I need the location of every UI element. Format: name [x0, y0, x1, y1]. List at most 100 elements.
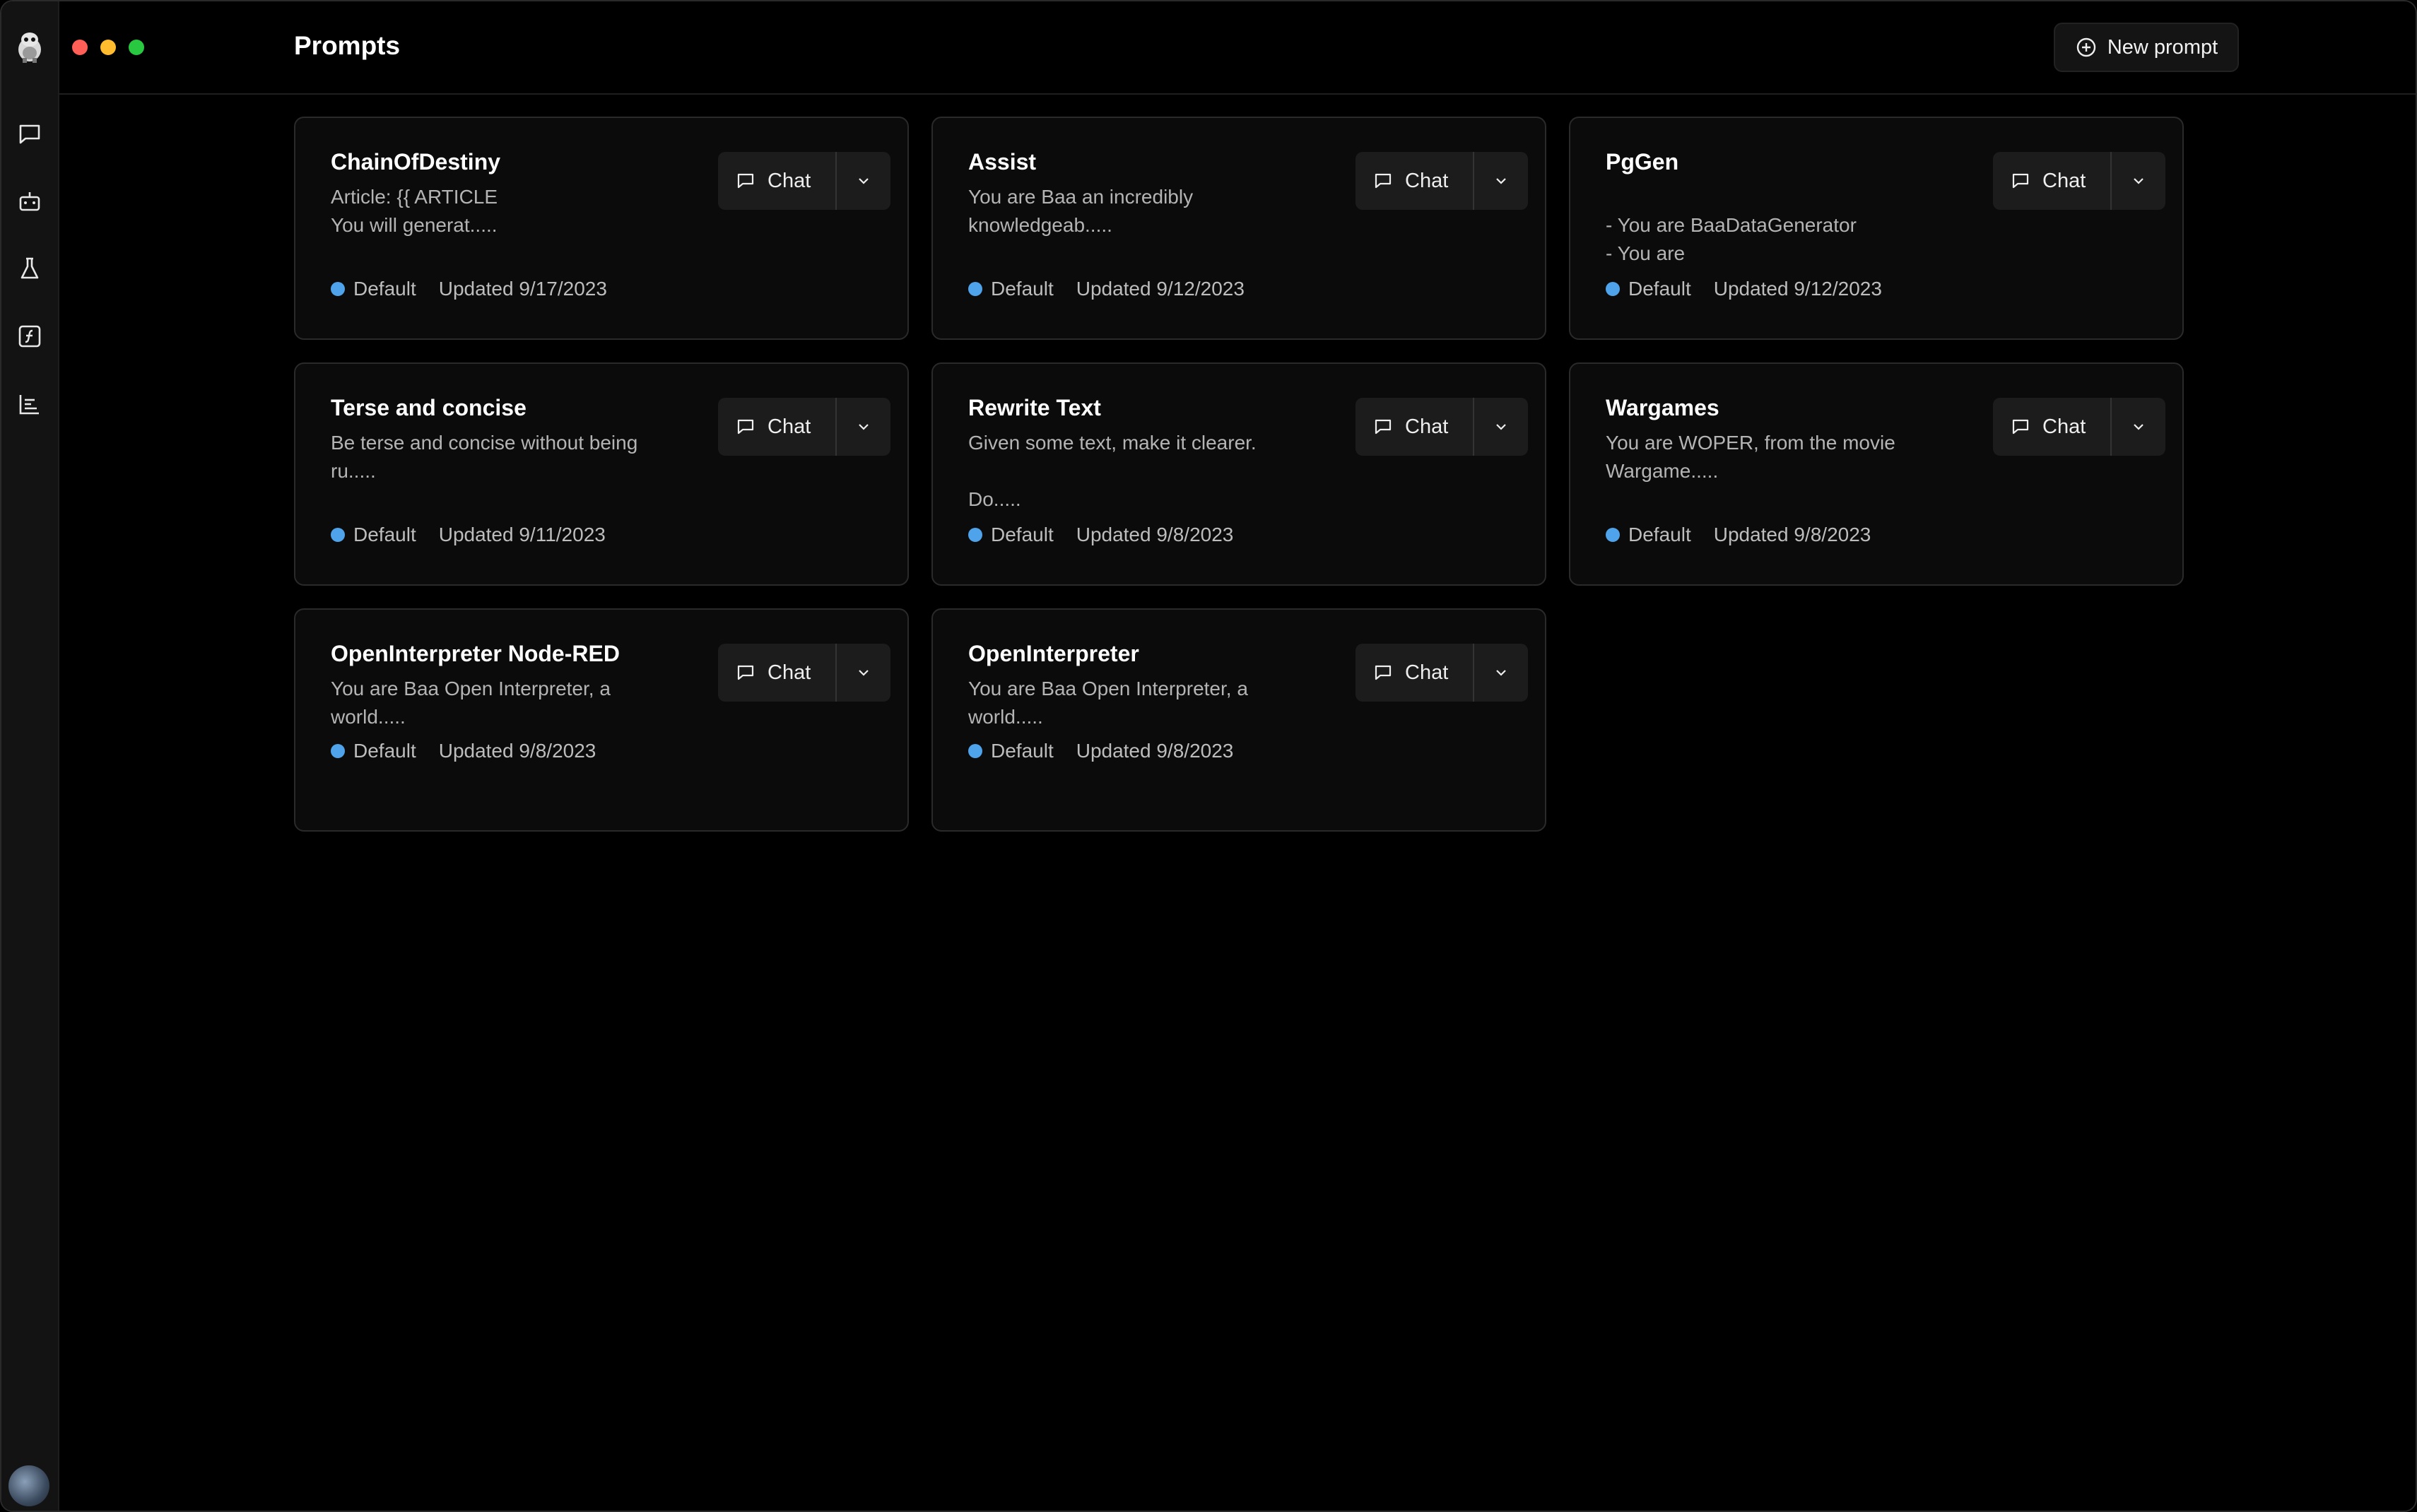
chat-dropdown-button[interactable] — [1474, 398, 1528, 456]
prompt-description: Article: {{ ARTICLE You will generat....… — [331, 186, 498, 236]
tag-dot-icon — [1606, 282, 1620, 296]
chevron-down-icon — [2134, 178, 2143, 184]
prompt-tag: Default — [353, 740, 416, 762]
chat-label: Chat — [2042, 169, 2086, 192]
prompt-meta: Default Updated 9/8/2023 — [968, 740, 1233, 762]
prompt-tag: Default — [991, 740, 1054, 762]
prompt-tag: Default — [353, 524, 416, 545]
chat-button[interactable]: Chat — [1355, 152, 1474, 210]
chat-button[interactable]: Chat — [718, 152, 837, 210]
chat-dropdown-button[interactable] — [837, 398, 890, 456]
chat-dropdown-button[interactable] — [2112, 152, 2165, 210]
prompt-title: PgGen — [1606, 149, 1679, 175]
chat-label: Chat — [1405, 661, 1449, 684]
chat-icon — [2012, 419, 2029, 435]
tag-dot-icon — [1606, 528, 1620, 542]
chat-label: Chat — [1405, 415, 1449, 438]
chat-split-button: Chat — [1993, 398, 2165, 456]
prompt-title: OpenInterpreter — [968, 641, 1139, 666]
plus-circle-icon — [2076, 37, 2096, 57]
app-logo-icon — [18, 33, 41, 63]
prompt-card[interactable]: Rewrite Text Given some text, make it cl… — [931, 362, 1546, 586]
prompt-tag: Default — [991, 278, 1054, 300]
chat-button[interactable]: Chat — [1993, 152, 2112, 210]
tag-dot-icon — [331, 744, 345, 758]
robot-icon[interactable] — [16, 187, 44, 215]
new-prompt-button[interactable]: New prompt — [2054, 23, 2239, 72]
prompt-meta: Default Updated 9/8/2023 — [1606, 524, 1871, 546]
prompt-updated: Updated 9/11/2023 — [438, 524, 606, 545]
prompt-description: - You are BaaDataGenerator - You are — [1606, 214, 1857, 264]
chat-icon[interactable] — [16, 120, 44, 148]
chat-button[interactable]: Chat — [1355, 644, 1474, 702]
chat-button[interactable]: Chat — [1993, 398, 2112, 456]
chat-dropdown-button[interactable] — [2112, 398, 2165, 456]
prompt-title: ChainOfDestiny — [331, 149, 501, 175]
tag-dot-icon — [968, 528, 982, 542]
chat-split-button: Chat — [1355, 644, 1528, 702]
chat-button[interactable]: Chat — [718, 644, 837, 702]
prompt-card[interactable]: Assist You are Baa an incredibly knowled… — [931, 117, 1546, 340]
prompt-tag: Default — [991, 524, 1054, 545]
chevron-down-icon — [859, 178, 869, 184]
prompt-description: You are WOPER, from the movie Wargame...… — [1606, 432, 1895, 482]
prompt-updated: Updated 9/8/2023 — [1713, 524, 1871, 545]
prompt-meta: Default Updated 9/8/2023 — [968, 524, 1233, 546]
prompt-title: OpenInterpreter Node-RED — [331, 641, 620, 666]
chat-dropdown-button[interactable] — [837, 644, 890, 702]
chevron-down-icon — [859, 670, 869, 676]
prompt-tag: Default — [1628, 278, 1691, 300]
chevron-down-icon — [1496, 178, 1506, 184]
page-title: Prompts — [294, 31, 401, 60]
chat-button[interactable]: Chat — [718, 398, 837, 456]
prompt-description: You are Baa an incredibly knowledgeab...… — [968, 186, 1194, 236]
prompt-card[interactable]: OpenInterpreter Node-RED You are Baa Ope… — [294, 608, 909, 832]
chat-icon — [2012, 173, 2029, 189]
prompt-card[interactable]: Wargames You are WOPER, from the movie W… — [1569, 362, 2184, 586]
prompt-tag: Default — [353, 278, 416, 300]
chat-label: Chat — [768, 661, 811, 684]
function-icon[interactable] — [16, 322, 44, 350]
prompt-updated: Updated 9/8/2023 — [438, 740, 596, 762]
app-window: Prompts New prompt ChainOfDestiny Articl… — [0, 0, 2417, 1512]
prompt-meta: Default Updated 9/8/2023 — [331, 740, 596, 762]
prompt-updated: Updated 9/8/2023 — [1076, 740, 1234, 762]
prompt-title: Wargames — [1606, 395, 1719, 420]
chat-label: Chat — [768, 169, 811, 192]
prompt-card[interactable]: Terse and concise Be terse and concise w… — [294, 362, 909, 586]
flask-icon[interactable] — [16, 254, 44, 283]
prompt-description: Be terse and concise without being ru...… — [331, 432, 638, 482]
prompt-meta: Default Updated 9/12/2023 — [968, 278, 1245, 300]
chat-dropdown-button[interactable] — [1474, 644, 1528, 702]
prompt-card[interactable]: OpenInterpreter You are Baa Open Interpr… — [931, 608, 1546, 832]
prompt-updated: Updated 9/17/2023 — [438, 278, 607, 300]
chat-label: Chat — [768, 415, 811, 438]
chat-icon — [1375, 665, 1392, 680]
chevron-down-icon — [2134, 424, 2143, 430]
chevron-down-icon — [859, 424, 869, 430]
tag-dot-icon — [968, 282, 982, 296]
chat-split-button: Chat — [718, 644, 890, 702]
sidebar — [1, 1, 59, 1511]
chart-icon[interactable] — [16, 390, 44, 418]
tag-dot-icon — [331, 282, 345, 296]
prompt-meta: Default Updated 9/11/2023 — [331, 524, 606, 546]
prompt-card[interactable]: PgGen - You are BaaDataGenerator - You a… — [1569, 117, 2184, 340]
chevron-down-icon — [1496, 670, 1506, 676]
tag-dot-icon — [331, 528, 345, 542]
chat-icon — [737, 419, 754, 435]
avatar[interactable] — [8, 1465, 49, 1506]
prompt-title: Assist — [968, 149, 1037, 175]
prompt-title: Rewrite Text — [968, 395, 1101, 420]
chat-button[interactable]: Chat — [1355, 398, 1474, 456]
chat-dropdown-button[interactable] — [1474, 152, 1528, 210]
chat-dropdown-button[interactable] — [837, 152, 890, 210]
prompt-description: You are Baa Open Interpreter, a world...… — [968, 678, 1248, 728]
chat-label: Chat — [1405, 169, 1449, 192]
prompt-meta: Default Updated 9/12/2023 — [1606, 278, 1882, 300]
prompt-description: You are Baa Open Interpreter, a world...… — [331, 678, 611, 728]
chat-split-button: Chat — [1355, 398, 1528, 456]
chat-split-button: Chat — [718, 398, 890, 456]
chevron-down-icon — [1496, 424, 1506, 430]
prompt-card[interactable]: ChainOfDestiny Article: {{ ARTICLE You w… — [294, 117, 909, 340]
